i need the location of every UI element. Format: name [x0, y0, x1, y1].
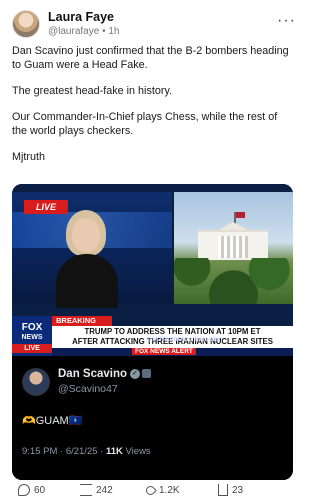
tweet-meta: 9:15 PM · 6/21/25 · 11K Views: [22, 446, 151, 457]
presenter-face: [72, 218, 100, 252]
share-button[interactable]: 23: [218, 484, 243, 498]
tweet-timestamp: 9:15 PM · 6/21/25 ·: [22, 446, 104, 457]
reply-icon: [18, 484, 30, 497]
author-handle[interactable]: @laurafaye: [48, 26, 99, 37]
reply-count: 60: [34, 485, 46, 496]
network-logo-line1: FOX: [21, 322, 43, 333]
breaking-news-label: BREAKING NEWS: [52, 316, 112, 335]
post-header: Laura Faye @laurafaye • 1h ···: [12, 10, 295, 44]
embedded-tweet[interactable]: Dan Scavino ✓ @Scavino47 🫶GUAM🇬🇺 9:15 PM …: [12, 356, 293, 480]
tweet-text: 🫶GUAM🇬🇺: [22, 415, 83, 427]
network-logo-line2: NEWS: [21, 334, 43, 341]
presenter-figure: [56, 210, 118, 308]
share-icon: [218, 484, 228, 497]
author-avatar[interactable]: [12, 10, 40, 38]
post-text: Dan Scavino just confirmed that the B-2 …: [12, 44, 293, 176]
trees: [174, 258, 293, 304]
tweet-author[interactable]: Dan Scavino ✓: [58, 368, 152, 380]
verified-icon: ✓: [130, 368, 141, 379]
video-watermark: @MJTruthUltra Reloads: [146, 336, 220, 343]
reply-button[interactable]: 60: [18, 484, 45, 498]
post-paragraph: Dan Scavino just confirmed that the B-2 …: [12, 45, 289, 71]
tweet-view-count: 11K: [105, 446, 123, 457]
post-meta: @laurafaye • 1h: [48, 26, 120, 37]
share-count: 23: [232, 485, 244, 496]
network-logo-live: LIVE: [12, 344, 52, 353]
post-paragraph: The greatest head-fake in history.: [12, 85, 173, 97]
more-options-icon[interactable]: ···: [277, 12, 295, 30]
like-count: 1.2K: [159, 485, 180, 496]
repost-count: 242: [96, 485, 113, 496]
live-badge: LIVE: [24, 200, 68, 214]
white-house-image: [174, 192, 293, 304]
threads-post: Laura Faye @laurafaye • 1h ··· Dan Scavi…: [0, 0, 305, 500]
separator-dot: •: [102, 26, 106, 37]
news-alert-bar: FOX NEWS ALERT: [52, 348, 293, 356]
government-badge-icon: [142, 369, 152, 379]
author-name[interactable]: Laura Faye: [48, 10, 114, 24]
post-paragraph: Our Commander-In-Chief plays Chess, whil…: [12, 111, 278, 137]
tweet-handle[interactable]: @Scavino47: [58, 383, 118, 395]
presenter-body: [56, 254, 118, 308]
media-card[interactable]: LIVE FOX NEWS LIVE BREAKING NEWS TRUMP T…: [12, 184, 293, 480]
tweet-avatar[interactable]: [22, 368, 50, 396]
news-alert-label: FOX NEWS ALERT: [132, 348, 196, 355]
video-screenshot[interactable]: LIVE FOX NEWS LIVE BREAKING NEWS TRUMP T…: [12, 184, 293, 356]
post-time: 1h: [108, 26, 120, 37]
white-house-columns: [218, 236, 248, 258]
network-logo: FOX NEWS LIVE: [12, 316, 52, 356]
tweet-author-name[interactable]: Dan Scavino: [58, 368, 127, 380]
news-studio-image: LIVE: [12, 192, 172, 308]
like-icon: [144, 483, 157, 497]
like-button[interactable]: 1.2K: [144, 483, 180, 498]
repost-button[interactable]: 242: [80, 484, 113, 498]
post-actions: 60 242 1.2K 23: [12, 483, 293, 500]
post-paragraph: Mjtruth: [12, 151, 45, 163]
repost-icon: [80, 484, 92, 497]
tweet-views-label: Views: [125, 446, 151, 457]
